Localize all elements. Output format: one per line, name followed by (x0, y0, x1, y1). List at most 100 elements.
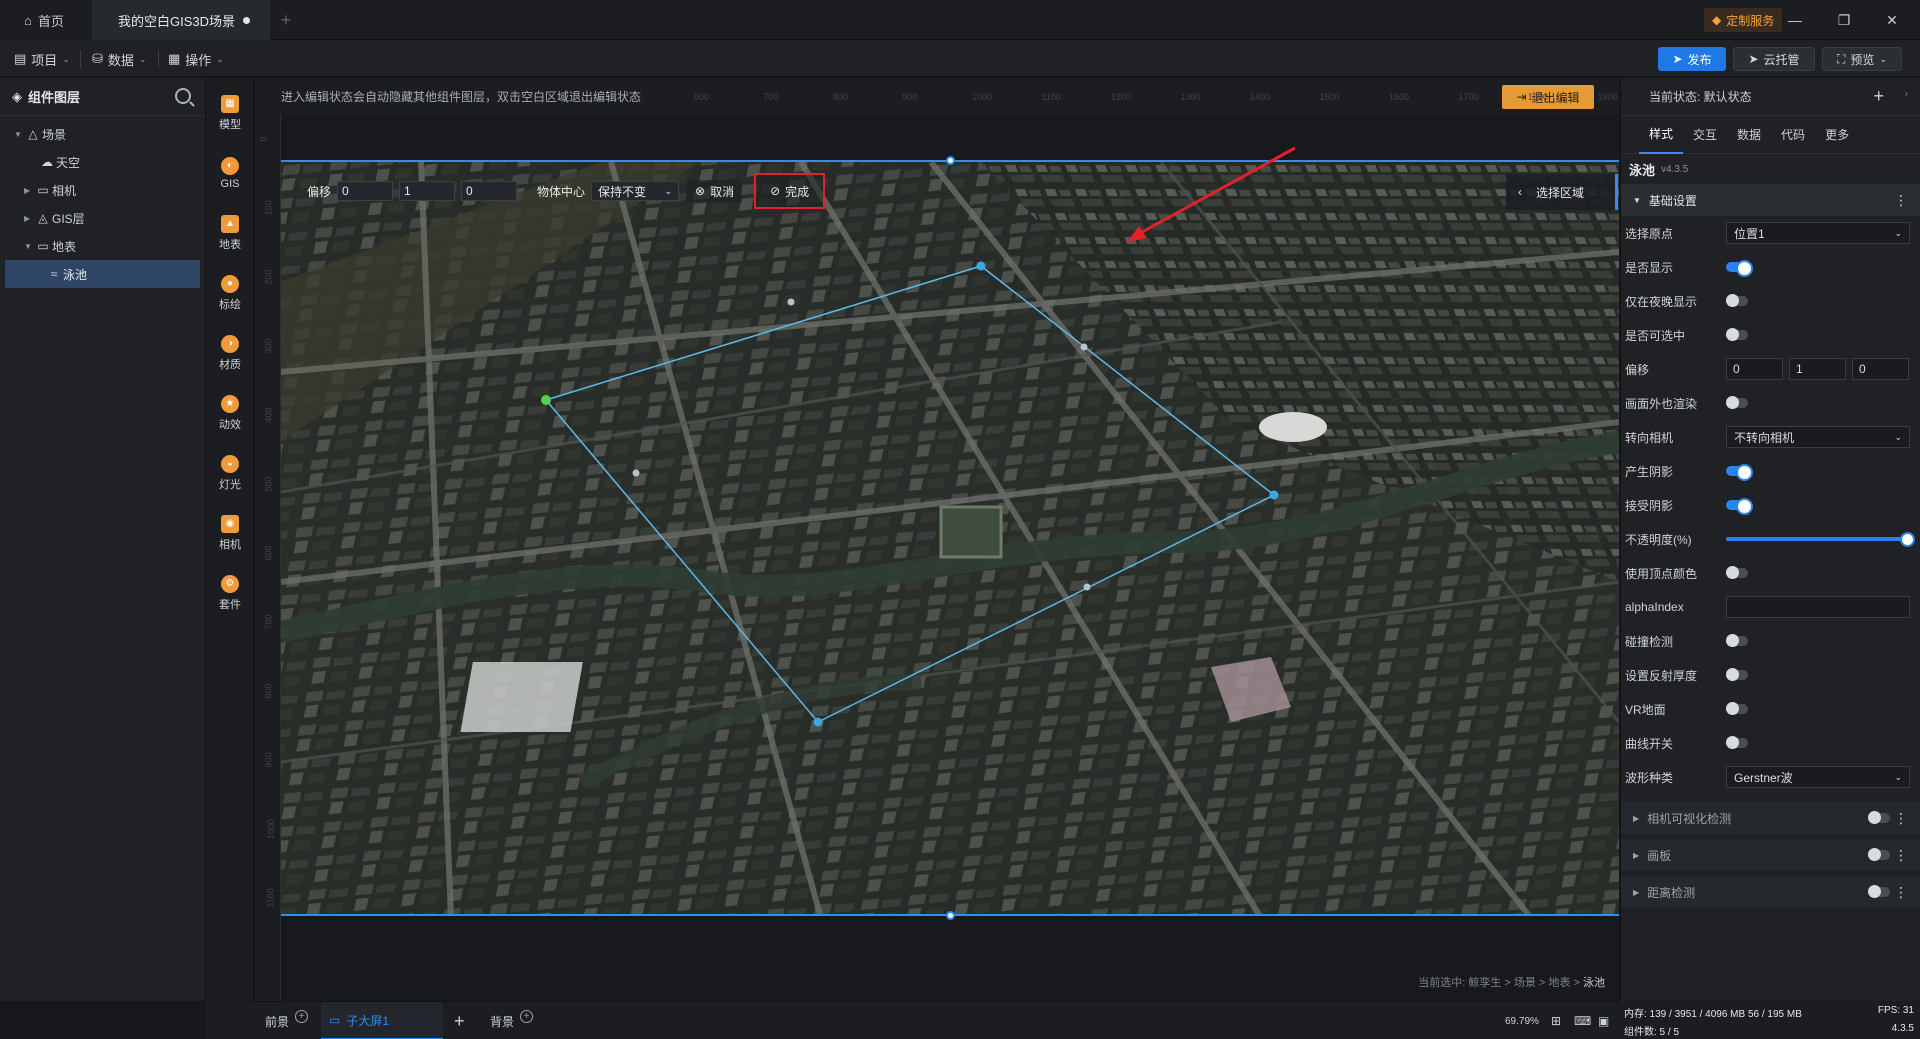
midpoint-handle[interactable] (632, 469, 640, 477)
object-center-select[interactable]: 保持不变 ⌄ (591, 181, 680, 201)
tool-material[interactable]: ◑ 材质 (206, 328, 254, 378)
camera-visibility-toggle[interactable] (1868, 811, 1890, 824)
face-camera-select[interactable]: 不转向相机 ⌄ (1726, 426, 1910, 448)
close-icon[interactable]: ✕ (1880, 8, 1904, 32)
tree-item-gis-layer[interactable]: ▶ ◬ GIS层 (0, 204, 205, 232)
reflection-toggle[interactable] (1726, 668, 1748, 681)
visible-toggle[interactable] (1726, 260, 1753, 277)
cloud-host-button[interactable]: ➤ 云托管 (1733, 47, 1815, 71)
vr-ground-toggle[interactable] (1726, 702, 1748, 715)
chevron-right-icon[interactable]: › (1904, 88, 1908, 100)
receive-shadow-toggle[interactable] (1726, 498, 1753, 515)
vertex-handle[interactable] (976, 261, 986, 271)
select-region-panel[interactable]: ‹ 选择区域 (1506, 174, 1618, 210)
tool-model[interactable]: ▦ 模型 (206, 88, 254, 138)
section-distance-check[interactable]: ▶ 距离检测 ⋮ (1621, 876, 1920, 908)
offset-y-input[interactable]: 1 (399, 181, 456, 201)
canvas-toggle[interactable] (1868, 848, 1890, 861)
tab-data[interactable]: 数据 (1727, 116, 1771, 154)
custom-service-button[interactable]: ◆ 定制服务 (1704, 8, 1783, 32)
add-screen-plus-icon[interactable]: + (454, 1002, 465, 1039)
sub-screen-tab[interactable]: ▭ 子大屏1 (321, 1002, 443, 1039)
tree-item-pool[interactable]: ≈ 泳池 (5, 260, 200, 288)
restore-icon[interactable]: ❐ (1832, 8, 1856, 32)
tab-interaction[interactable]: 交互 (1683, 116, 1727, 154)
foreground-tab[interactable]: 前景 + (265, 1002, 309, 1039)
fit-screen-icon[interactable]: ⊞ (1551, 1002, 1561, 1039)
tree-item-sky[interactable]: ☁ 天空 (0, 148, 205, 176)
done-button[interactable]: ⊘ 完成 (754, 173, 826, 209)
midpoint-handle[interactable] (1080, 343, 1088, 351)
map-viewport[interactable] (281, 160, 1619, 916)
tool-light[interactable]: ◒ 灯光 (206, 448, 254, 498)
tool-effect[interactable]: ★ 动效 (206, 388, 254, 438)
more-vertical-icon[interactable]: ⋮ (1894, 810, 1908, 827)
terminal-icon[interactable]: ▣ (1598, 1002, 1609, 1039)
tree-item-camera[interactable]: ▶ ▭ 相机 (0, 176, 205, 204)
prop-offset: 偏移 0 1 0 (1621, 352, 1920, 386)
tool-kit[interactable]: ⚙ 套件 (206, 568, 254, 618)
collision-toggle[interactable] (1726, 634, 1748, 647)
add-circle-icon[interactable]: + (295, 1009, 309, 1023)
menu-project[interactable]: ▤ 项目 ⌄ (14, 49, 70, 69)
opacity-slider[interactable] (1726, 532, 1915, 547)
keyboard-icon[interactable]: ⌨ (1574, 1002, 1591, 1039)
midpoint-handle[interactable] (787, 298, 795, 306)
publish-button[interactable]: ➤ 发布 (1658, 47, 1726, 71)
resize-handle-bottom[interactable] (946, 911, 955, 920)
tab-code[interactable]: 代码 (1771, 116, 1815, 154)
offset-z-field[interactable]: 0 (1852, 358, 1909, 380)
zoom-level[interactable]: 69.79% (1505, 1002, 1539, 1039)
tool-surface[interactable]: ▲ 地表 (206, 208, 254, 258)
offset-z-input[interactable]: 0 (461, 181, 518, 201)
layer-panel: ◈ 组件图层 ▼ △ 场景 ☁ 天空 ▶ ▭ 相机 ▶ ◬ GIS层 ▼ ▭ 地… (0, 78, 206, 1001)
tool-gis[interactable]: ◐ GIS (206, 148, 254, 198)
new-tab-plus-icon[interactable]: + (276, 0, 296, 40)
menu-operate[interactable]: ▦ 操作 ⌄ (168, 49, 224, 69)
tool-plot[interactable]: ● 标绘 (206, 268, 254, 318)
add-circle-icon[interactable]: + (520, 1009, 534, 1023)
tree-item-scene[interactable]: ▼ △ 场景 (0, 120, 205, 148)
curve-toggle[interactable] (1726, 736, 1748, 749)
tool-camera[interactable]: ◉ 相机 (206, 508, 254, 558)
selectable-toggle[interactable] (1726, 328, 1748, 341)
alpha-index-input[interactable] (1726, 596, 1910, 618)
vertex-color-toggle[interactable] (1726, 566, 1748, 579)
night-only-toggle[interactable] (1726, 294, 1748, 307)
cancel-button[interactable]: ⊗ 取消 (687, 180, 743, 202)
tab-more[interactable]: 更多 (1815, 116, 1859, 154)
background-tab[interactable]: 背景 + (490, 1002, 534, 1039)
offscreen-render-toggle[interactable] (1726, 396, 1748, 409)
search-icon[interactable] (175, 88, 191, 104)
section-basic-settings[interactable]: ▼ 基础设置 ⋮ (1621, 184, 1920, 216)
vertex-handle[interactable] (1269, 490, 1279, 500)
distance-check-toggle[interactable] (1868, 885, 1890, 898)
more-vertical-icon[interactable]: ⋮ (1894, 192, 1908, 209)
prop-alpha-index: alphaIndex (1621, 590, 1920, 624)
offset-y-field[interactable]: 1 (1789, 358, 1846, 380)
more-vertical-icon[interactable]: ⋮ (1894, 847, 1908, 864)
tab-home[interactable]: ⌂ 首页 (0, 0, 92, 40)
tab-scene[interactable]: 我的空白GIS3D场景 (92, 0, 270, 40)
minimize-icon[interactable]: — (1783, 8, 1807, 32)
section-camera-visibility[interactable]: ▶ 相机可视化检测 ⋮ (1621, 802, 1920, 834)
offset-x-input[interactable]: 0 (337, 181, 394, 201)
tree-item-label: 场景 (42, 127, 67, 142)
aerial-map[interactable] (281, 162, 1619, 916)
prop-origin: 选择原点 位置1 ⌄ (1621, 216, 1920, 250)
origin-select[interactable]: 位置1 ⌄ (1726, 222, 1910, 244)
midpoint-handle[interactable] (1083, 583, 1091, 591)
tab-style[interactable]: 样式 (1639, 116, 1684, 154)
vertex-handle-start[interactable] (541, 395, 551, 405)
tree-item-surface[interactable]: ▼ ▭ 地表 (0, 232, 205, 260)
cast-shadow-toggle[interactable] (1726, 464, 1753, 481)
more-vertical-icon[interactable]: ⋮ (1894, 884, 1908, 901)
wave-type-select[interactable]: Gerstner波 ⌄ (1726, 766, 1910, 788)
add-state-plus-icon[interactable]: + (1873, 86, 1884, 107)
scene-canvas[interactable]: 进入编辑状态会自动隐藏其他组件图层，双击空白区域退出编辑状态 ⇥ 退出编辑 60… (255, 78, 1619, 1001)
preview-button[interactable]: ⛶ 预览 ⌄ (1822, 47, 1902, 71)
offset-x-field[interactable]: 0 (1726, 358, 1783, 380)
menu-data[interactable]: ⛁ 数据 ⌄ (92, 49, 146, 69)
vertex-handle[interactable] (813, 717, 823, 727)
section-canvas[interactable]: ▶ 画板 ⋮ (1621, 839, 1920, 871)
